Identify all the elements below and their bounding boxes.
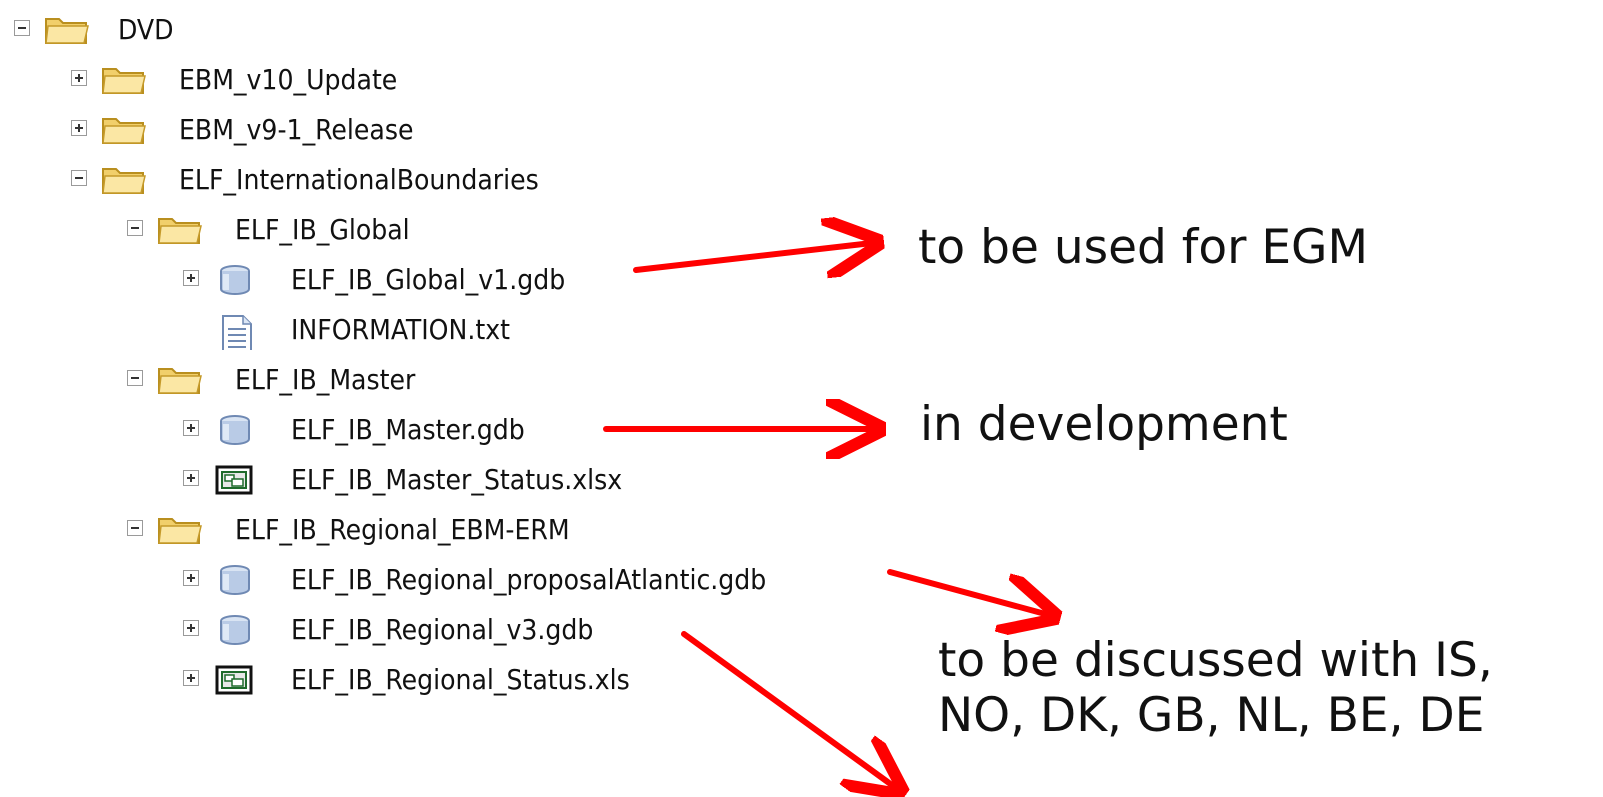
expand-toggle[interactable] [183, 420, 199, 436]
annotation-discussed-line2: NO, DK, GB, NL, BE, DE [938, 688, 1485, 743]
tree-label: ELF_IB_Regional_v3.gdb [291, 613, 594, 646]
arrow-regional-v3 [681, 631, 896, 788]
tree-node-elf-ib-master-status-xlsx[interactable]: ELF_IB_Master_Status.xlsx [183, 460, 703, 500]
tree-node-elf-ib-regional-proposalatlantic-gdb[interactable]: ELF_IB_Regional_proposalAtlantic.gdb [183, 560, 903, 600]
folder-open-icon [158, 218, 202, 244]
folder-open-icon [158, 518, 202, 544]
collapse-toggle[interactable] [127, 370, 143, 386]
tree-label: ELF_IB_Master.gdb [291, 413, 525, 446]
spreadsheet-icon [215, 665, 253, 695]
tree-node-elf-ib-regional-ebm-erm[interactable]: ELF_IB_Regional_EBM-ERM [127, 510, 687, 550]
tree-node-elf-ib-master-gdb[interactable]: ELF_IB_Master.gdb [183, 410, 603, 450]
database-icon [220, 565, 250, 595]
tree-node-information-txt[interactable]: INFORMATION.txt [183, 310, 623, 350]
tree-node-elf-ib-global-v1-gdb[interactable]: ELF_IB_Global_v1.gdb [183, 260, 643, 300]
tree-label: INFORMATION.txt [291, 313, 510, 346]
tree-label: EBM_v10_Update [179, 63, 398, 96]
annotation-egm: to be used for EGM [918, 220, 1369, 275]
tree-label: ELF_IB_Regional_EBM-ERM [235, 513, 570, 546]
expand-toggle[interactable] [183, 270, 199, 286]
tree-label: ELF_IB_Global [235, 213, 410, 246]
tree-node-dvd[interactable]: DVD [14, 10, 414, 50]
database-icon [220, 265, 250, 295]
database-icon [220, 415, 250, 445]
arrow-regional-proposal [887, 569, 1049, 615]
folder-icon [102, 68, 146, 94]
folder-open-icon [45, 18, 89, 44]
expand-toggle[interactable] [71, 120, 87, 136]
tree-label: ELF_IB_Master_Status.xlsx [291, 463, 623, 496]
tree-label: EBM_v9-1_Release [179, 113, 414, 146]
tree-label: ELF_InternationalBoundaries [179, 163, 539, 196]
text-file-icon [222, 315, 252, 350]
collapse-toggle[interactable] [127, 220, 143, 236]
tree-label: ELF_IB_Master [235, 363, 416, 396]
folder-icon [102, 118, 146, 144]
tree-node-elf-internationalboundaries[interactable]: ELF_InternationalBoundaries [71, 160, 691, 200]
tree-label: DVD [118, 13, 174, 46]
annotation-discussed-line1: to be discussed with IS, [938, 633, 1493, 688]
tree-node-ebm-v9-1-release[interactable]: EBM_v9-1_Release [71, 110, 591, 150]
expand-toggle[interactable] [183, 570, 199, 586]
database-icon [220, 615, 250, 645]
annotation-in-development: in development [920, 397, 1288, 452]
expand-toggle[interactable] [183, 470, 199, 486]
tree-node-elf-ib-master[interactable]: ELF_IB_Master [127, 360, 547, 400]
spreadsheet-icon [215, 465, 253, 495]
tree-node-elf-ib-regional-v3-gdb[interactable]: ELF_IB_Regional_v3.gdb [183, 610, 703, 650]
tree-node-ebm-v10-update[interactable]: EBM_v10_Update [71, 60, 591, 100]
tree-label: ELF_IB_Regional_Status.xls [291, 663, 630, 696]
folder-open-icon [102, 168, 146, 194]
folder-open-icon [158, 368, 202, 394]
collapse-toggle[interactable] [71, 170, 87, 186]
expand-toggle[interactable] [183, 620, 199, 636]
tree-node-elf-ib-regional-status-xls[interactable]: ELF_IB_Regional_Status.xls [183, 660, 743, 700]
collapse-toggle[interactable] [127, 520, 143, 536]
arrow-global-gdb [633, 243, 872, 270]
tree-node-elf-ib-global[interactable]: ELF_IB_Global [127, 210, 547, 250]
expand-toggle[interactable] [183, 670, 199, 686]
collapse-toggle[interactable] [14, 20, 30, 36]
tree-label: ELF_IB_Regional_proposalAtlantic.gdb [291, 563, 767, 596]
tree-label: ELF_IB_Global_v1.gdb [291, 263, 566, 296]
expand-toggle[interactable] [71, 70, 87, 86]
